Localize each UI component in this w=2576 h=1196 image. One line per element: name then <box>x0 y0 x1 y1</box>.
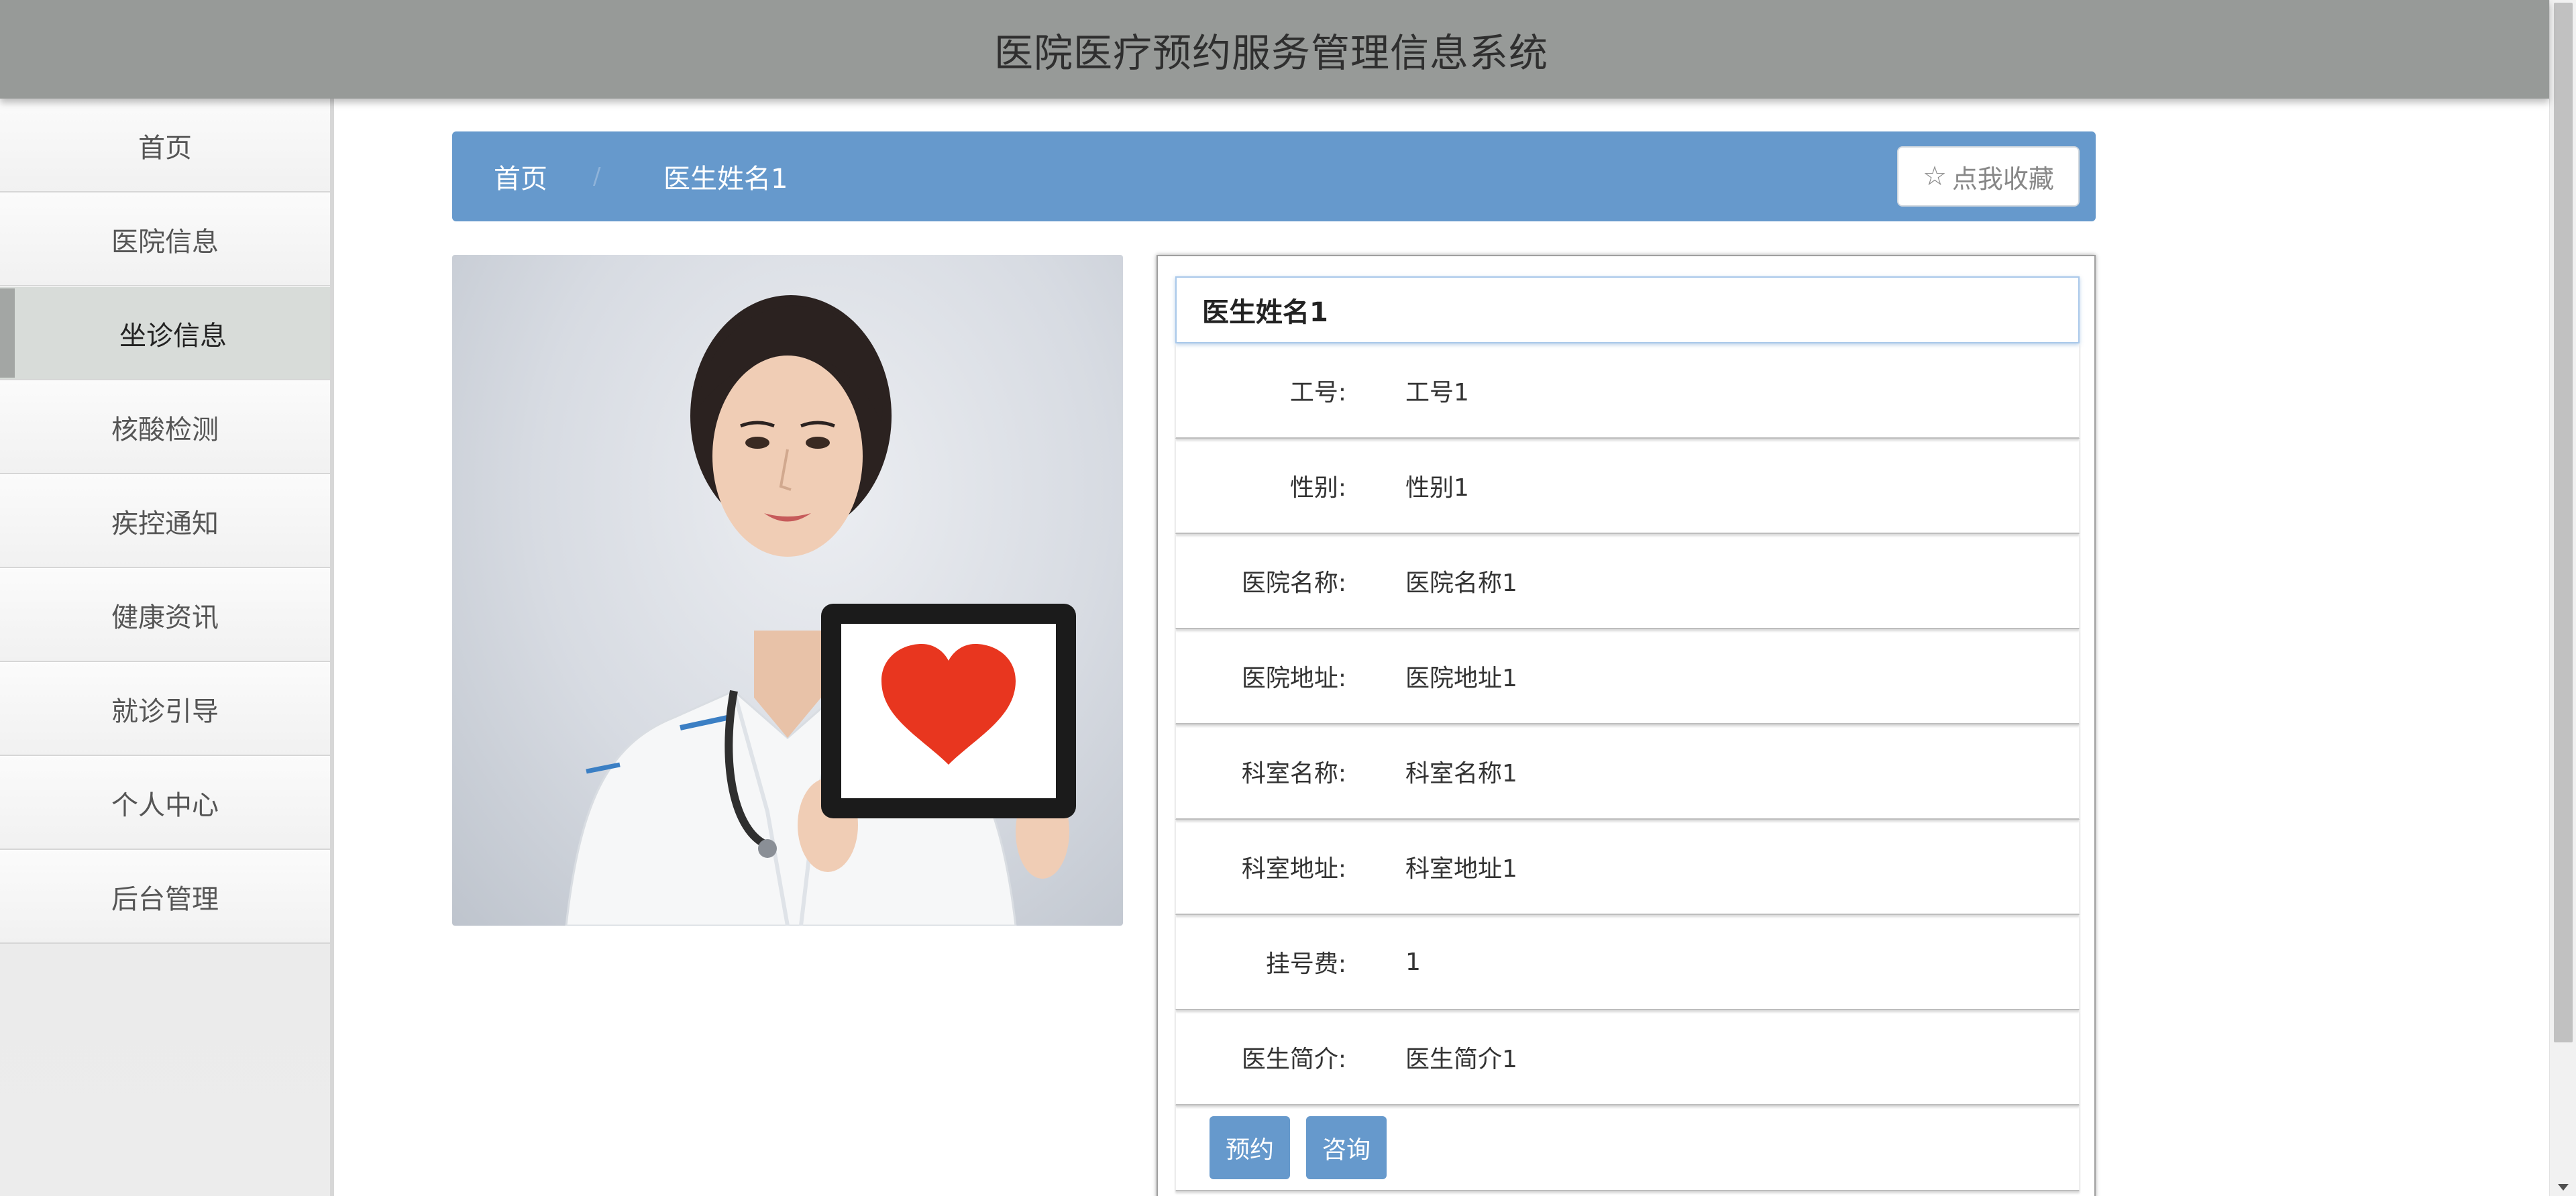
breadcrumb: 首页 / 医生姓名1 ☆ 点我收藏 <box>452 131 2096 221</box>
field-label: 科室地址: <box>1241 855 1346 883</box>
field-label: 工号: <box>1289 379 1346 406</box>
detail-row-doctor-intro: 医生简介: 医生简介1 <box>1175 1010 2080 1105</box>
field-value: 医院名称1 <box>1405 569 1517 597</box>
sidebar-item-visit-guide[interactable]: 就诊引导 <box>0 662 330 756</box>
detail-row-hospital-name: 医院名称: 医院名称1 <box>1175 534 2080 629</box>
sidebar-item-label: 核酸检测 <box>111 414 219 445</box>
consult-button[interactable]: 咨询 <box>1306 1116 1387 1179</box>
sidebar-item-label: 就诊引导 <box>111 696 219 727</box>
field-value: 性别1 <box>1405 474 1469 502</box>
field-value: 医院地址1 <box>1405 665 1517 692</box>
detail-row-department-address: 科室地址: 科室地址1 <box>1175 820 2080 915</box>
doctor-detail-panel: 医生姓名1 工号: 工号1 性别: 性别1 医院名称: 医院名称1 医院地址: … <box>1157 255 2096 1196</box>
breadcrumb-home-link[interactable]: 首页 <box>494 157 547 196</box>
sidebar-item-health-news[interactable]: 健康资讯 <box>0 568 330 662</box>
field-label: 医院名称: <box>1241 569 1346 597</box>
sidebar-item-label: 医院信息 <box>111 226 219 258</box>
action-row: 预约 咨询 <box>1175 1105 2080 1191</box>
field-label: 科室名称: <box>1241 760 1346 787</box>
doctor-photo <box>452 255 1123 926</box>
doctor-name-heading: 医生姓名1 <box>1175 276 2080 343</box>
sidebar-item-label: 疾控通知 <box>111 508 219 539</box>
app-title: 医院医疗预约服务管理信息系统 <box>994 30 1548 76</box>
sidebar-item-admin[interactable]: 后台管理 <box>0 850 330 944</box>
breadcrumb-current: 医生姓名1 <box>663 164 788 195</box>
scroll-down-arrow-icon[interactable] <box>2558 1184 2569 1191</box>
top-header: 医院医疗预约服务管理信息系统 <box>0 0 2549 99</box>
sidebar-item-label: 后台管理 <box>111 883 219 915</box>
detail-row-employee-id: 工号: 工号1 <box>1175 343 2080 439</box>
doctor-illustration <box>565 295 1076 926</box>
field-label: 医生简介: <box>1241 1046 1346 1073</box>
page-scrollbar[interactable] <box>2549 0 2576 1196</box>
sidebar-item-label: 坐诊信息 <box>119 320 227 351</box>
star-outline-icon: ☆ <box>1923 161 1947 192</box>
sidebar-item-clinic-schedule[interactable]: 坐诊信息 <box>0 286 330 380</box>
field-label: 挂号费: <box>1265 950 1346 978</box>
favorite-button[interactable]: ☆ 点我收藏 <box>1897 146 2080 207</box>
sidebar-nav: 首页 医院信息 坐诊信息 核酸检测 疾控通知 健康资讯 就诊引导 个人中心 后台… <box>0 99 334 1196</box>
field-value: 1 <box>1405 948 1421 976</box>
field-label: 医院地址: <box>1241 665 1346 692</box>
sidebar-item-label: 个人中心 <box>111 790 219 821</box>
detail-row-registration-fee: 挂号费: 1 <box>1175 915 2080 1010</box>
favorite-label: 点我收藏 <box>1951 164 2054 194</box>
field-value: 工号1 <box>1405 379 1469 406</box>
scrollbar-thumb[interactable] <box>2554 3 2573 1042</box>
sidebar-item-label: 首页 <box>138 132 192 164</box>
field-label: 性别: <box>1289 474 1346 502</box>
book-appointment-button[interactable]: 预约 <box>1210 1116 1291 1179</box>
detail-row-hospital-address: 医院地址: 医院地址1 <box>1175 629 2080 724</box>
detail-row-department-name: 科室名称: 科室名称1 <box>1175 724 2080 820</box>
field-value: 科室地址1 <box>1405 855 1517 883</box>
sidebar-item-label: 健康资讯 <box>111 602 219 633</box>
sidebar-item-cdc-notice[interactable]: 疾控通知 <box>0 474 330 568</box>
detail-row-gender: 性别: 性别1 <box>1175 439 2080 534</box>
sidebar-item-home[interactable]: 首页 <box>0 99 330 193</box>
field-value: 医生简介1 <box>1405 1046 1517 1073</box>
sidebar-item-nucleic-test[interactable]: 核酸检测 <box>0 380 330 474</box>
breadcrumb-separator: / <box>593 163 601 190</box>
sidebar-item-hospital-info[interactable]: 医院信息 <box>0 193 330 286</box>
sidebar-item-profile[interactable]: 个人中心 <box>0 756 330 850</box>
field-value: 科室名称1 <box>1405 760 1517 787</box>
